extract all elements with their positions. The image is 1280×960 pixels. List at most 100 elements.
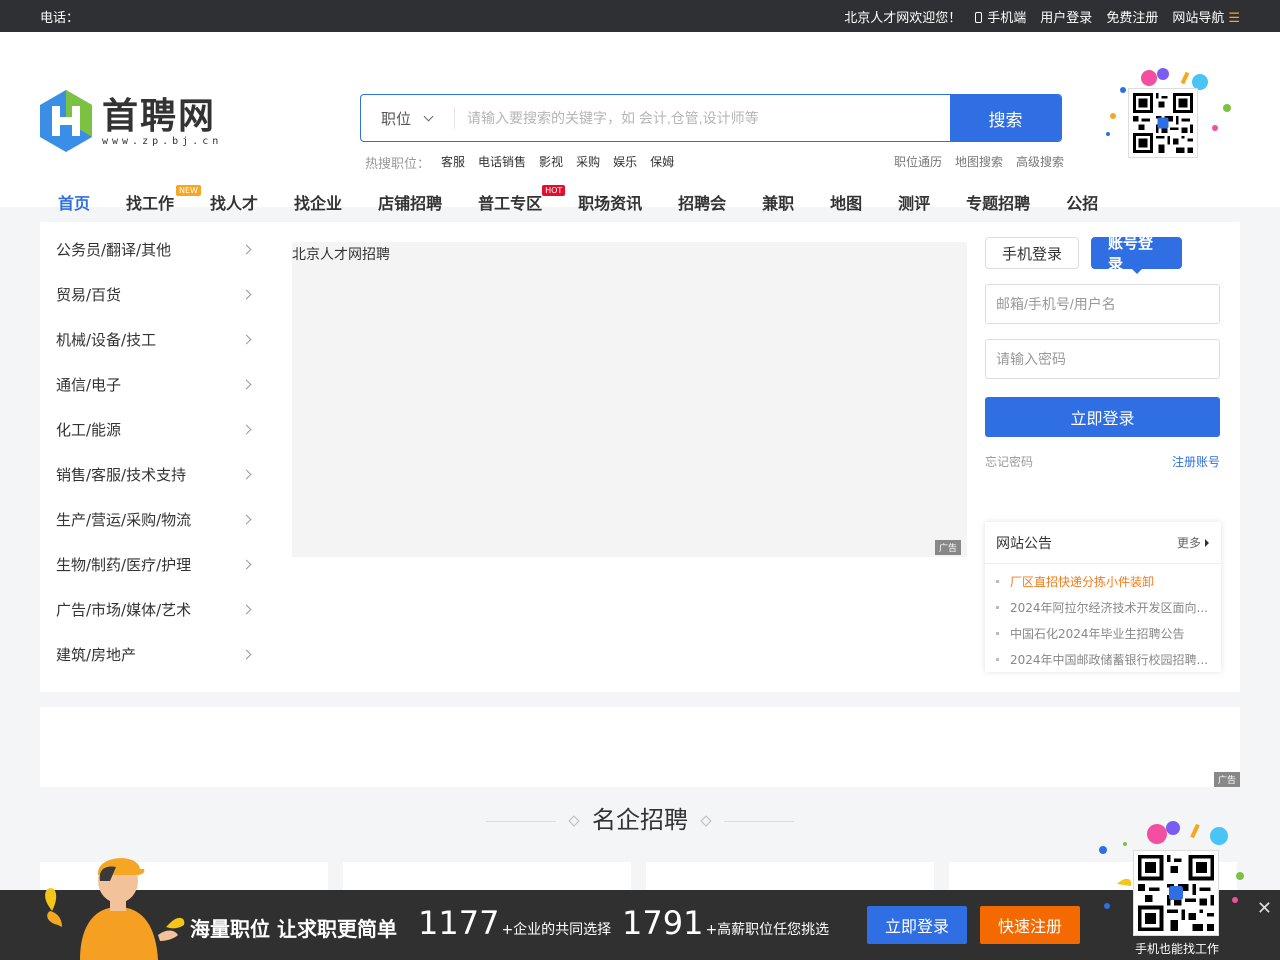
stat-jobs: 1791 +高薪职位任您挑选 xyxy=(622,904,829,942)
top-bar: 电话： 北京人才网欢迎您！ 手机端 用户登录 免费注册 网站导航 ☰ xyxy=(0,0,1280,32)
nav-label: 职场资讯 xyxy=(578,194,643,213)
category-item[interactable]: 生产/营运/采购/物流 xyxy=(56,497,256,542)
nav-label: 专题招聘 xyxy=(966,194,1031,213)
mobile-label: 手机端 xyxy=(987,10,1027,26)
close-icon[interactable]: ✕ xyxy=(1257,898,1272,919)
password-input[interactable] xyxy=(996,351,1209,367)
category-item[interactable]: 公务员/翻译/其他 xyxy=(56,227,256,272)
divider-line xyxy=(723,820,794,822)
promo-slogan: 海量职位 让求职更简单 xyxy=(190,917,397,941)
promo-login-button[interactable]: 立即登录 xyxy=(867,906,967,944)
quick-link-advanced-search[interactable]: 高级搜索 xyxy=(1016,153,1064,170)
notice-item-text: 中国石化2024年毕业生招聘公告 xyxy=(1010,626,1185,641)
qr-code-top xyxy=(1105,68,1233,168)
hot-search: 热搜职位： 客服 电话销售 影视 采购 娱乐 保姆 xyxy=(365,153,674,172)
category-item[interactable]: 机械/设备/技工 xyxy=(56,317,256,362)
header: 首聘网 www.zp.bj.cn 职位 搜索 热搜职位： 客服 电话销售 影视 … xyxy=(0,32,1280,238)
diamond-icon xyxy=(568,815,581,827)
qr-code-image xyxy=(1128,88,1198,158)
search-type-select[interactable]: 职位 xyxy=(361,107,455,129)
register-account-link[interactable]: 注册账号 xyxy=(1172,453,1220,470)
site-logo[interactable]: 首聘网 www.zp.bj.cn xyxy=(40,90,222,152)
category-item[interactable]: 销售/客服/技术支持 xyxy=(56,452,256,497)
banner-image[interactable]: 北京人才网招聘 广告 xyxy=(292,242,967,557)
username-input[interactable] xyxy=(996,296,1209,312)
notice-item[interactable]: 中国石化2024年毕业生招聘公告 xyxy=(996,620,1211,646)
category-label: 通信/电子 xyxy=(56,376,122,394)
login-box: 手机登录 账号登录 立即登录 忘记密码 注册账号 xyxy=(985,234,1220,470)
notice-item[interactable]: 2024年阿拉尔经济技术开发区面向... xyxy=(996,594,1211,620)
category-label: 机械/设备/技工 xyxy=(56,331,157,349)
login-submit-button[interactable]: 立即登录 xyxy=(985,397,1220,437)
category-item[interactable]: 通信/电子 xyxy=(56,362,256,407)
quick-link[interactable]: 职位通历 xyxy=(894,153,942,170)
ad-strip[interactable]: 广告 xyxy=(40,707,1240,787)
nav-label: 找企业 xyxy=(294,194,343,213)
nav-label: 测评 xyxy=(898,194,931,213)
logo-mark-icon xyxy=(40,90,92,152)
divider-line xyxy=(486,820,557,822)
ad-tag: 广告 xyxy=(1213,772,1240,787)
chevron-right-icon xyxy=(241,289,252,300)
category-label: 公务员/翻译/其他 xyxy=(56,241,172,259)
qr-code-bottom: 手机也能找工作 xyxy=(1095,820,1245,960)
new-badge: NEW xyxy=(176,185,201,196)
site-nav-link[interactable]: 网站导航 ☰ xyxy=(1172,7,1240,26)
hot-search-item[interactable]: 保姆 xyxy=(650,153,674,172)
site-notice: 网站公告 更多 厂区直招快递分拣小件装卸 2024年阿拉尔经济技术开发区面向..… xyxy=(985,522,1221,672)
nav-label: 兼职 xyxy=(762,194,795,213)
menu-icon: ☰ xyxy=(1228,10,1240,26)
diamond-icon xyxy=(699,815,712,827)
category-item[interactable]: 广告/市场/媒体/艺术 xyxy=(56,587,256,632)
notice-item-text: 厂区直招快递分拣小件装卸 xyxy=(1010,574,1155,589)
hot-search-item[interactable]: 客服 xyxy=(441,153,465,172)
mobile-link[interactable]: 手机端 xyxy=(975,7,1026,26)
chevron-right-icon xyxy=(241,379,252,390)
notice-item[interactable]: 2024年中国邮政储蓄银行校园招聘... xyxy=(996,646,1211,672)
category-list: 公务员/翻译/其他 贸易/百货 机械/设备/技工 通信/电子 化工/能源 销售/… xyxy=(56,227,256,677)
qr-code-image xyxy=(1133,850,1219,936)
category-item[interactable]: 化工/能源 xyxy=(56,407,256,452)
password-field xyxy=(985,339,1220,379)
nav-label: 店铺招聘 xyxy=(378,194,443,213)
hot-badge: HOT xyxy=(542,185,566,196)
notice-item[interactable]: 厂区直招快递分拣小件装卸 xyxy=(996,568,1211,594)
hot-search-label: 热搜职位： xyxy=(365,157,431,172)
notice-more-link[interactable]: 更多 xyxy=(1177,534,1209,551)
chevron-right-icon xyxy=(241,514,252,525)
tab-account-login[interactable]: 账号登录 xyxy=(1091,234,1183,274)
chevron-right-icon xyxy=(241,649,252,660)
tab-phone-login[interactable]: 手机登录 xyxy=(985,237,1080,269)
category-label: 广告/市场/媒体/艺术 xyxy=(56,601,192,619)
logo-title: 首聘网 xyxy=(102,94,217,137)
search-bar: 职位 搜索 xyxy=(360,94,1062,142)
category-label: 化工/能源 xyxy=(56,421,122,439)
hot-search-item[interactable]: 影视 xyxy=(539,153,563,172)
free-register-link[interactable]: 免费注册 xyxy=(1106,7,1158,26)
qr-caption: 手机也能找工作 xyxy=(1135,942,1220,956)
category-item[interactable]: 生物/制药/医疗/护理 xyxy=(56,542,256,587)
chevron-right-icon xyxy=(241,469,252,480)
category-label: 生物/制药/医疗/护理 xyxy=(56,556,192,574)
hot-search-item[interactable]: 电话销售 xyxy=(478,153,526,172)
stat-companies: 1177 +企业的共同选择 xyxy=(418,904,611,942)
chevron-down-icon xyxy=(423,111,434,121)
username-field xyxy=(985,284,1220,324)
hot-search-item[interactable]: 采购 xyxy=(576,153,600,172)
search-button[interactable]: 搜索 xyxy=(950,95,1061,141)
ad-tag: 广告 xyxy=(934,540,961,555)
user-login-link[interactable]: 用户登录 xyxy=(1040,7,1092,26)
hot-search-item[interactable]: 娱乐 xyxy=(613,153,637,172)
quick-link-map-search[interactable]: 地图搜索 xyxy=(955,153,1003,170)
nav-label: 普工专区 xyxy=(478,194,543,213)
category-item[interactable]: 建筑/房地产 xyxy=(56,632,256,677)
search-quick-links: 职位通历 地图搜索 高级搜索 xyxy=(894,153,1064,170)
forgot-password-link[interactable]: 忘记密码 xyxy=(985,453,1033,470)
search-input[interactable] xyxy=(455,95,950,141)
chevron-right-icon xyxy=(241,424,252,435)
nav-label: 找工作 xyxy=(126,194,175,213)
promo-register-button[interactable]: 快速注册 xyxy=(980,906,1080,944)
section-title: 名企招聘 xyxy=(0,800,1280,835)
category-label: 生产/营运/采购/物流 xyxy=(56,511,192,529)
category-item[interactable]: 贸易/百货 xyxy=(56,272,256,317)
